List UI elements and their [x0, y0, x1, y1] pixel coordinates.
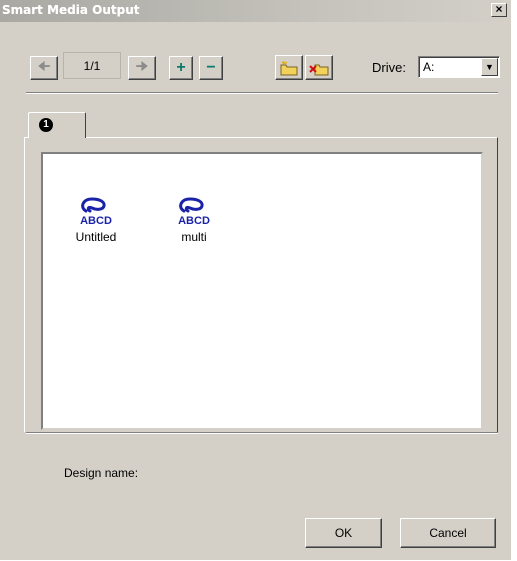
chevron-down-icon[interactable]: ▼	[481, 58, 498, 76]
remove-page-button[interactable]: −	[199, 56, 223, 80]
tab-number-badge: 1	[39, 118, 53, 132]
toolbar-separator	[26, 92, 498, 94]
new-folder-button[interactable]	[275, 55, 303, 80]
tab-page-1[interactable]: 1	[28, 112, 86, 138]
design-name-text: multi	[181, 230, 207, 244]
drive-select[interactable]: A: ▼	[418, 56, 500, 78]
design-list[interactable]: ABCD Untitled ABCD multi	[41, 152, 483, 430]
svg-text:ABCD: ABCD	[80, 215, 112, 226]
cancel-button[interactable]: Cancel	[400, 518, 496, 548]
smart-media-output-dialog: Smart Media Output × 🠈 1/1 🠊 + − Drive: …	[0, 0, 511, 560]
svg-text:ABCD: ABCD	[178, 215, 210, 226]
drive-label: Drive:	[372, 60, 406, 75]
design-name-label: Design name:	[64, 466, 139, 480]
arrow-left-icon: 🠈	[37, 58, 51, 74]
page-indicator: 1/1	[63, 52, 121, 79]
design-name-text: Untitled	[75, 230, 117, 244]
delete-folder-button[interactable]	[305, 55, 333, 80]
minus-icon: −	[206, 59, 216, 76]
folder-new-icon	[280, 60, 298, 75]
arrow-right-icon: 🠊	[135, 58, 149, 74]
design-item-multi[interactable]: ABCD multi	[159, 196, 229, 244]
add-page-button[interactable]: +	[169, 56, 193, 80]
footer-separator	[26, 432, 498, 434]
embroidery-design-icon: ABCD	[178, 197, 210, 226]
previous-page-button[interactable]: 🠈	[30, 56, 58, 80]
close-button[interactable]: ×	[491, 3, 507, 17]
plus-icon: +	[176, 59, 186, 76]
design-item-untitled[interactable]: ABCD Untitled	[61, 196, 131, 244]
next-page-button[interactable]: 🠊	[128, 56, 156, 80]
window-title: Smart Media Output	[2, 3, 140, 17]
folder-delete-icon	[309, 64, 329, 75]
embroidery-design-icon: ABCD	[80, 197, 112, 226]
ok-button[interactable]: OK	[305, 518, 382, 548]
drive-value: A:	[423, 60, 435, 74]
title-bar[interactable]: Smart Media Output ×	[0, 0, 511, 22]
